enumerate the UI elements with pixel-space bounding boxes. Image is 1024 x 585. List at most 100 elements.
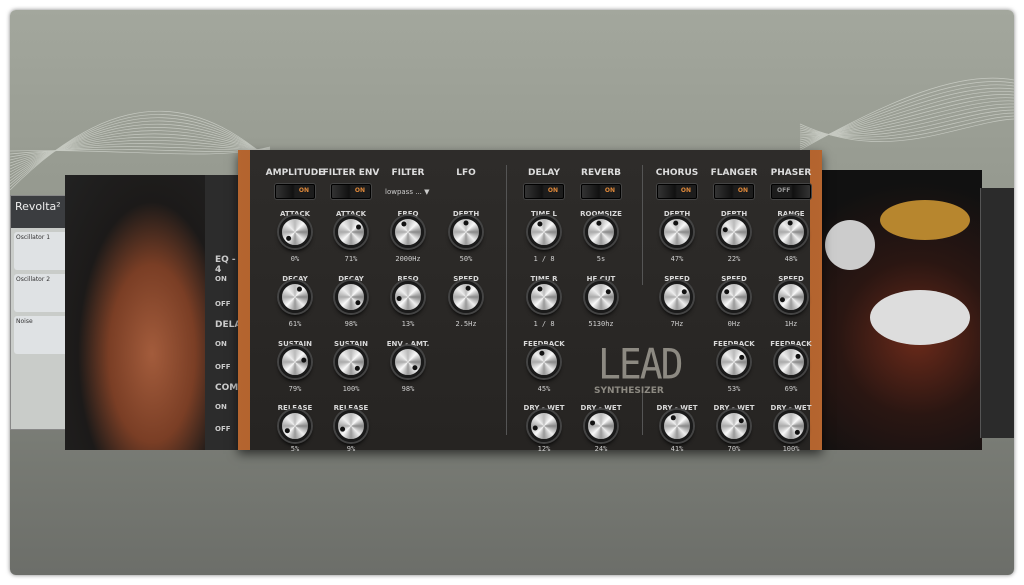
knob-value: 0Hz — [727, 320, 741, 328]
filter-env-decay-knob[interactable] — [335, 281, 367, 313]
lead-synth-panel: lowpass ... ▼ LEAD SYNTHESIZER AMPLITUDE… — [238, 150, 822, 453]
flanger-feedback-knob[interactable] — [718, 346, 750, 378]
flanger-depth-knob[interactable] — [718, 216, 750, 248]
knob-value: 79% — [288, 385, 302, 393]
knob-indicator — [787, 220, 793, 226]
amplitude-toggle[interactable]: ON — [275, 184, 315, 199]
knob-value: 24% — [594, 445, 608, 453]
knob-value: 69% — [784, 385, 798, 393]
delay-feedback-knob[interactable] — [528, 346, 560, 378]
toggle-state: ON — [354, 187, 365, 194]
cymbal — [880, 200, 970, 240]
toggle-state: OFF — [777, 187, 791, 194]
phaser-feedback-knob[interactable] — [775, 346, 807, 378]
filter-env-sustain-knob[interactable] — [335, 346, 367, 378]
section-title-lfo: LFO — [456, 168, 476, 178]
knob-indicator — [605, 289, 611, 295]
section-title-chorus: CHORUS — [655, 168, 699, 178]
knob-value: 7Hz — [670, 320, 684, 328]
knob-value: 98% — [401, 385, 415, 393]
delay-time-l-knob[interactable] — [528, 216, 560, 248]
knob-indicator — [463, 220, 469, 226]
knob-value: 22% — [727, 255, 741, 263]
delay-dry-wet-knob[interactable] — [528, 410, 560, 442]
amplitude-decay-knob[interactable] — [279, 281, 311, 313]
knob-indicator — [340, 426, 346, 432]
knob-indicator — [779, 297, 785, 303]
knob-indicator — [795, 353, 801, 359]
flanger-speed-knob[interactable] — [718, 281, 750, 313]
amplitude-sustain-knob[interactable] — [279, 346, 311, 378]
knob-indicator — [396, 296, 402, 302]
knob-value: 2.5Hz — [455, 320, 477, 328]
knob-indicator — [284, 428, 290, 434]
knob-indicator — [670, 415, 676, 421]
lead-logo: LEAD SYNTHESIZER — [594, 339, 684, 396]
filter-env-release-knob[interactable] — [335, 410, 367, 442]
knob-value: 48% — [784, 255, 798, 263]
section-title-filter: FILTER — [391, 168, 425, 178]
knob-indicator — [355, 300, 361, 306]
knob-indicator — [356, 224, 362, 230]
filter-freq-knob[interactable] — [392, 216, 424, 248]
chorus-dry-wet-knob[interactable] — [661, 410, 693, 442]
knob-value: 1Hz — [784, 320, 798, 328]
knob-value: 2000Hz — [395, 255, 421, 263]
knob-value: 100% — [782, 445, 800, 453]
knob-value: 5130hz — [588, 320, 614, 328]
chorus-toggle[interactable]: ON — [657, 184, 697, 199]
toggle-state: ON — [298, 187, 309, 194]
logo-text: LEAD — [598, 339, 684, 389]
knob-indicator — [465, 285, 471, 291]
delay-toggle[interactable]: ON — [524, 184, 564, 199]
phaser-toggle[interactable]: OFF — [771, 184, 811, 199]
knob-indicator — [539, 350, 545, 356]
phaser-dry-wet-knob[interactable] — [775, 410, 807, 442]
section-title-flanger: FLANGER — [710, 168, 758, 178]
knob-indicator — [401, 221, 407, 227]
filter-type-value: lowpass ... — [385, 188, 422, 196]
chorus-depth-knob[interactable] — [661, 216, 693, 248]
filter-reso-knob[interactable] — [392, 281, 424, 313]
section-title-phaser: PHASER — [770, 168, 812, 178]
phaser-speed-knob[interactable] — [775, 281, 807, 313]
toggle-state: ON — [604, 187, 615, 194]
on-label: ON — [215, 275, 227, 283]
amplitude-attack-knob[interactable] — [279, 216, 311, 248]
phaser-range-knob[interactable] — [775, 216, 807, 248]
section-title-reverb: REVERB — [581, 168, 621, 178]
filter-type-dropdown[interactable]: lowpass ... ▼ — [385, 188, 430, 196]
toggle-state: ON — [737, 187, 748, 194]
knob-indicator — [537, 221, 543, 227]
knob-value: 47% — [670, 255, 684, 263]
off-label: OFF — [215, 363, 231, 371]
flanger-toggle[interactable]: ON — [714, 184, 754, 199]
toggle-state: ON — [547, 187, 558, 194]
knob-value: 9% — [346, 445, 356, 453]
lfo-speed-knob[interactable] — [450, 281, 482, 313]
drums-image — [820, 170, 982, 450]
knob-indicator — [537, 286, 543, 292]
reverb-toggle[interactable]: ON — [581, 184, 621, 199]
reverb-dry-wet-knob[interactable] — [585, 410, 617, 442]
guitar-image — [65, 175, 210, 450]
filter-env-amt--knob[interactable] — [392, 346, 424, 378]
reverb-roomsize-knob[interactable] — [585, 216, 617, 248]
lfo-depth-knob[interactable] — [450, 216, 482, 248]
knob-value: 70% — [727, 445, 741, 453]
filter-env-attack-knob[interactable] — [335, 216, 367, 248]
divider — [642, 390, 643, 435]
app-window: Revolta² Oscillator 1 Oscillator 2 Noise… — [10, 10, 1014, 575]
section-title-amplitude: AMPLITUDE — [265, 168, 325, 178]
knob-indicator — [296, 286, 302, 292]
off-label: OFF — [215, 300, 231, 308]
filter-env-toggle[interactable]: ON — [331, 184, 371, 199]
chorus-speed-knob[interactable] — [661, 281, 693, 313]
amplitude-release-knob[interactable] — [279, 410, 311, 442]
flanger-dry-wet-knob[interactable] — [718, 410, 750, 442]
reverb-hf-cut-knob[interactable] — [585, 281, 617, 313]
knob-indicator — [794, 429, 800, 435]
delay-time-r-knob[interactable] — [528, 281, 560, 313]
knob-indicator — [590, 420, 596, 426]
knob-value: 1 / 8 — [533, 320, 555, 328]
